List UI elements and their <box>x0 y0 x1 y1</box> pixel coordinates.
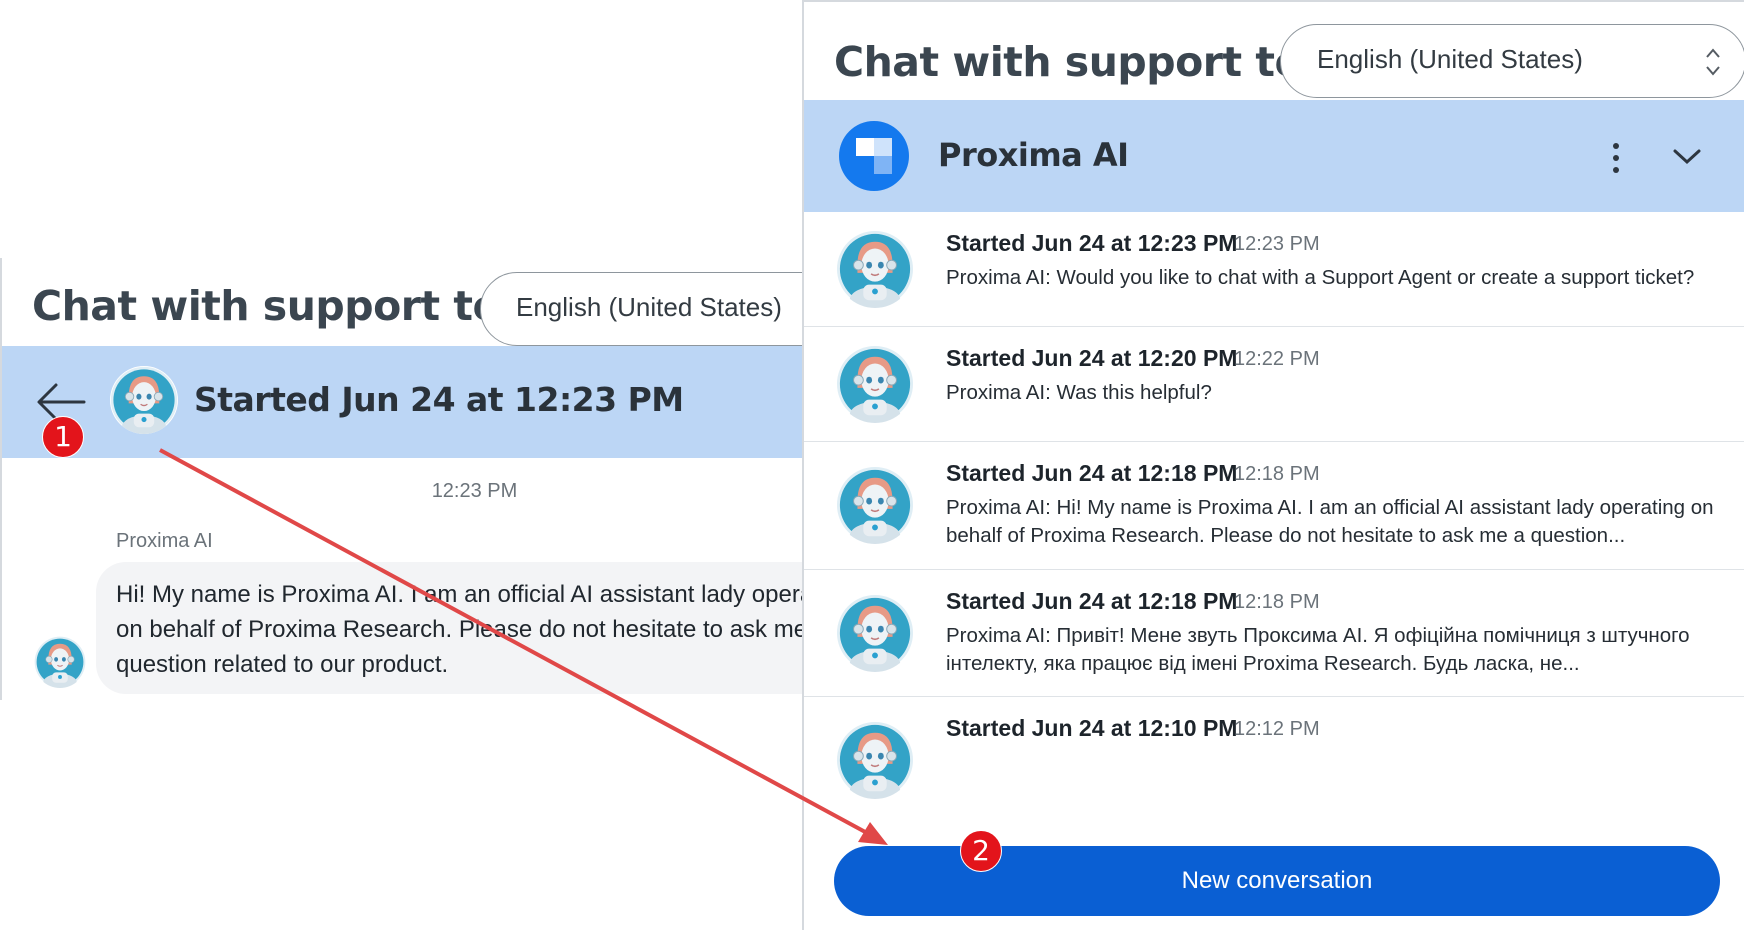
conversation-item-preview: Proxima AI: Привіт! Мене звуть Проксима … <box>946 624 1690 675</box>
conversation-item-title: Started Jun 24 at 12:20 PM <box>946 345 1238 371</box>
conversation-item[interactable]: Started Jun 24 at 12:10 PM 12:12 PM <box>804 697 1744 818</box>
conversation-item-time: 12:23 PM <box>1234 233 1320 255</box>
conversation-list: Started Jun 24 at 12:23 PM 12:23 PM Prox… <box>804 212 1744 818</box>
bot-avatar-icon <box>836 594 914 672</box>
conversation-header-bar: Started Jun 24 at 12:23 PM <box>2 346 804 458</box>
annotation-badge-1: 1 <box>42 416 84 458</box>
conversation-item[interactable]: Started Jun 24 at 12:18 PM 12:18 PM Prox… <box>804 570 1744 697</box>
conversation-item-title: Started Jun 24 at 12:18 PM <box>946 460 1238 486</box>
conversation-item-time: 12:18 PM <box>1234 591 1320 613</box>
message-timestamp: 12:23 PM <box>431 480 518 502</box>
chat-title: Chat with support te... <box>834 38 1348 86</box>
conversation-item-title: Started Jun 24 at 12:10 PM <box>946 715 1238 741</box>
bot-avatar-icon <box>836 345 914 423</box>
brand-header-bar: Proxima AI <box>804 100 1744 212</box>
message-sender: Proxima AI <box>116 530 213 552</box>
bot-avatar-icon <box>836 230 914 308</box>
bot-avatar-icon <box>110 366 178 434</box>
language-select[interactable]: English (United States) <box>1280 24 1744 98</box>
brand-name: Proxima AI <box>938 136 1129 174</box>
language-select[interactable]: English (United States) <box>480 272 804 346</box>
chat-title: Chat with support te... <box>32 282 546 330</box>
bot-avatar-icon <box>836 466 914 544</box>
conversation-item-preview: Proxima AI: Was this helpful? <box>946 381 1212 404</box>
conversation-item-time: 12:18 PM <box>1234 463 1320 485</box>
conversation-item-time: 12:12 PM <box>1234 718 1320 740</box>
select-arrows-icon <box>1706 48 1720 76</box>
conversation-title: Started Jun 24 at 12:23 PM <box>194 380 684 419</box>
message-bubble: Hi! My name is Proxima AI. I am an offic… <box>96 562 804 694</box>
conversation-item[interactable]: Started Jun 24 at 12:18 PM 12:18 PM Prox… <box>804 442 1744 570</box>
conversation-item[interactable]: Started Jun 24 at 12:23 PM 12:23 PM Prox… <box>804 212 1744 327</box>
sender-avatar-icon <box>34 636 86 688</box>
conversation-item-preview: Proxima AI: Would you like to chat with … <box>946 266 1695 289</box>
conversation-item[interactable]: Started Jun 24 at 12:20 PM 12:22 PM Prox… <box>804 327 1744 442</box>
conversation-item-time: 12:22 PM <box>1234 348 1320 370</box>
conversation-item-title: Started Jun 24 at 12:18 PM <box>946 588 1238 614</box>
chat-header: Chat with support te... English (United … <box>2 258 804 346</box>
chat-detail-panel: Chat with support te... English (United … <box>0 258 804 700</box>
annotation-badge-2: 2 <box>960 830 1002 872</box>
chevron-down-icon[interactable] <box>1672 146 1702 168</box>
bot-avatar-icon <box>836 721 914 799</box>
conversation-item-preview: Proxima AI: Hi! My name is Proxima AI. I… <box>946 496 1714 547</box>
more-options-icon[interactable] <box>1604 140 1628 176</box>
conversation-list-panel: Chat with support te... English (United … <box>802 0 1744 930</box>
proxima-logo-icon <box>839 121 909 191</box>
conversation-item-title: Started Jun 24 at 12:23 PM <box>946 230 1238 256</box>
